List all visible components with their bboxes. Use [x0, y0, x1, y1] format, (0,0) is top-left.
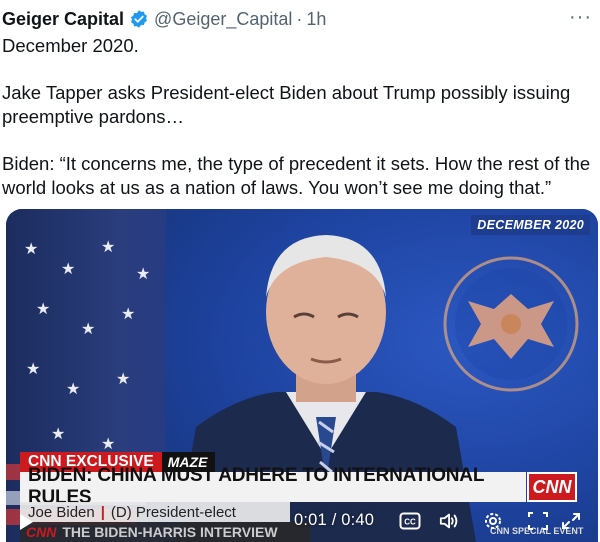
more-options-icon[interactable]: ··· [569, 6, 592, 29]
tweet-timestamp[interactable]: 1h [306, 9, 326, 30]
verified-badge-icon [129, 9, 149, 29]
fullscreen-icon[interactable] [560, 511, 582, 531]
cnn-logo-icon: CNN [527, 472, 577, 502]
cc-label: CC [404, 518, 416, 527]
separator-dot: · [296, 8, 303, 29]
video-player[interactable]: ★ ★ ★ ★ ★ ★ ★ ★ ★ ★ ★ ★ DECEMBER 2020 CN… [6, 209, 598, 542]
tweet-text-line: December 2020. [2, 35, 139, 56]
time-readout: 0:01 / 0:40 [294, 511, 375, 529]
tweet-text-line: Biden: “It concerns me, the type of prec… [2, 153, 591, 198]
tweet-header: Geiger Capital @Geiger_Capital · 1h ··· [0, 6, 600, 32]
closed-captions-icon[interactable]: CC [399, 511, 421, 531]
tweet-text: December 2020. Jake Tapper asks Presiden… [2, 34, 592, 200]
settings-gear-icon[interactable] [482, 511, 504, 531]
play-icon[interactable] [20, 514, 33, 530]
chyron-headline: BIDEN: CHINA MUST ADHERE TO INTERNATIONA… [20, 465, 526, 508]
volume-icon[interactable] [439, 511, 461, 531]
date-tag: DECEMBER 2020 [471, 215, 590, 235]
picture-in-picture-icon[interactable] [527, 511, 549, 531]
tweet-text-line: Jake Tapper asks President-elect Biden a… [2, 82, 571, 127]
video-controls: 0:01 / 0:40 CC [6, 501, 598, 542]
author-handle[interactable]: @Geiger_Capital [154, 9, 292, 30]
author-name[interactable]: Geiger Capital [2, 9, 124, 30]
